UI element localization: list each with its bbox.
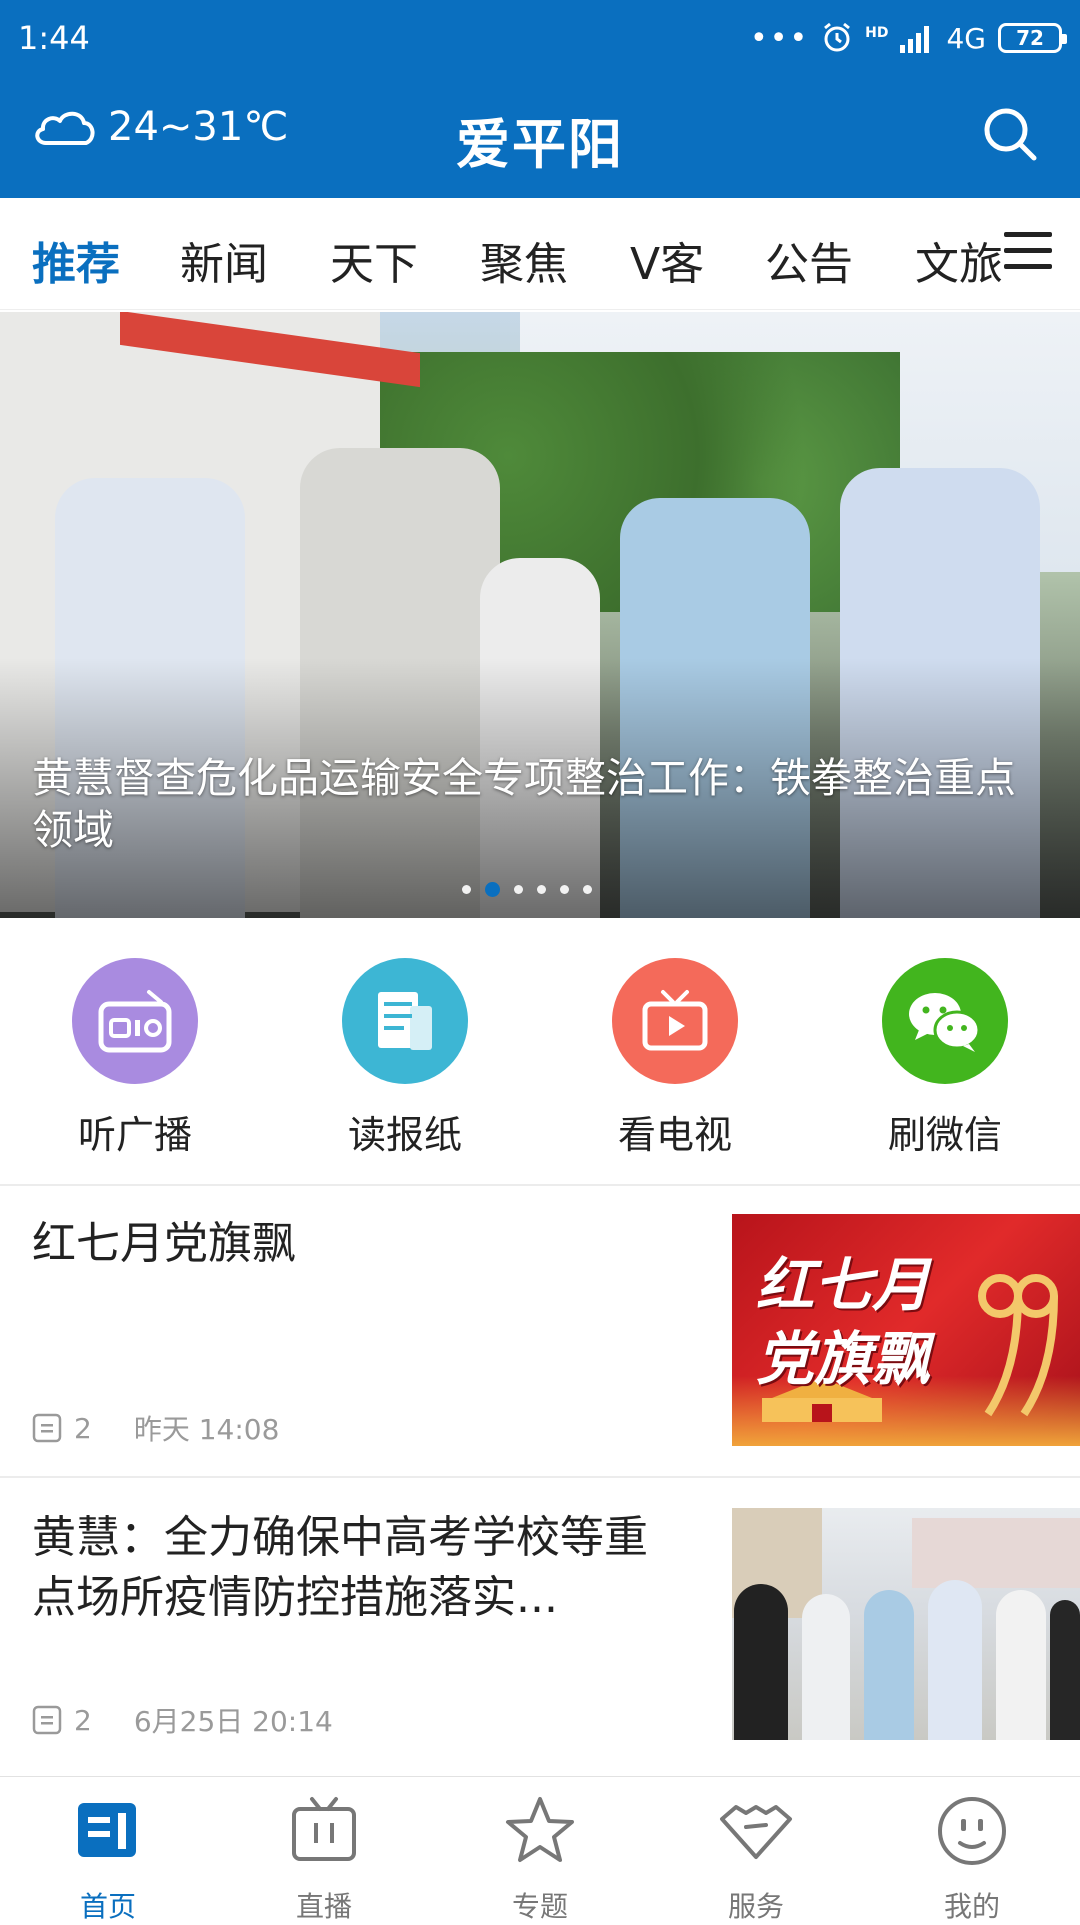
shortcut-grid: 听广播 读报纸 看电视 刷微信 (0, 920, 1080, 1182)
article-thumbnail[interactable]: 红七月 党旗飘 (732, 1214, 1080, 1446)
alarm-icon (824, 22, 851, 52)
article-meta: 2 昨天 14:08 (32, 1408, 279, 1448)
shortcut-label: 刷微信 (887, 1113, 1002, 1157)
banner-caption[interactable]: 黄慧督查危化品运输安全专项整治工作：铁拳整治重点领域 (32, 752, 1030, 856)
article-title[interactable]: 红七月党旗飘 (32, 1214, 662, 1274)
shortcut-label: 看电视 (617, 1113, 732, 1157)
shortcut-label: 听广播 (77, 1113, 192, 1157)
comment-count: 2 (74, 1411, 92, 1445)
list-item[interactable]: 红七月党旗飘 2 昨天 14:08 红七月 党旗飘 (0, 1186, 1080, 1476)
shortcut-radio[interactable]: 听广播 (35, 958, 235, 1159)
shortcut-tv[interactable]: 看电视 (575, 958, 775, 1159)
tab-news[interactable]: 新闻 (180, 228, 268, 292)
shortcut-newspaper[interactable]: 读报纸 (305, 958, 505, 1159)
tab-culture-travel[interactable]: 文旅 (915, 228, 1003, 292)
carousel-dot (560, 885, 569, 894)
app-header: 24~31℃ 爱平阳 (0, 76, 1080, 198)
banner-carousel[interactable]: 黄慧督查危化品运输安全专项整治工作：铁拳整治重点领域 (0, 312, 1080, 918)
nav-label: 首页 (79, 1890, 136, 1923)
service-heart-icon (720, 1805, 792, 1859)
article-meta: 2 6月25日 20:14 (32, 1700, 333, 1740)
comment-count: 2 (74, 1703, 92, 1737)
battery-icon: 72 (998, 23, 1067, 53)
nav-label: 直播 (295, 1890, 352, 1923)
carousel-dot (583, 885, 592, 894)
carousel-dot-active (485, 882, 500, 897)
carousel-dot (462, 885, 471, 894)
nav-mine[interactable]: 我的 (864, 1791, 1080, 1925)
category-tabs: 推荐 新闻 天下 聚焦 V客 公告 文旅 (0, 198, 1080, 310)
nav-topics[interactable]: 专题 (432, 1791, 648, 1925)
article-time: 6月25日 20:14 (133, 1705, 333, 1738)
nav-home[interactable]: 首页 (0, 1791, 216, 1925)
radio-icon (72, 958, 198, 1084)
wechat-icon (882, 958, 1008, 1084)
tabs-menu-icon[interactable] (1004, 232, 1052, 274)
status-bar: 1:44 ••• HD 4G 72 (0, 0, 1080, 76)
status-indicators: ••• HD 4G 72 (750, 20, 1067, 56)
nav-label: 我的 (943, 1890, 1000, 1923)
search-icon[interactable] (980, 104, 1040, 164)
nav-label: 服务 (727, 1890, 784, 1923)
status-time: 1:44 (18, 19, 90, 57)
signal-icon (900, 26, 930, 53)
list-item[interactable]: 黄慧：全力确保中高考学校等重点场所疫情防控措施落实... 2 6月25日 20:… (0, 1478, 1080, 1774)
carousel-indicator (462, 882, 592, 897)
tab-focus[interactable]: 聚焦 (480, 228, 568, 292)
ninety-nine-graphic (978, 1274, 1058, 1417)
comment-icon (32, 1413, 62, 1443)
smile-face-icon (938, 1797, 1006, 1865)
hd-label: HD (865, 24, 889, 41)
battery-level: 72 (1016, 26, 1044, 50)
tab-notice[interactable]: 公告 (765, 228, 853, 292)
shortcut-wechat[interactable]: 刷微信 (845, 958, 1045, 1159)
shortcut-label: 读报纸 (347, 1113, 462, 1157)
home-news-icon (78, 1803, 136, 1857)
more-dots: ••• (750, 20, 810, 56)
star-icon (506, 1797, 574, 1862)
tab-recommend[interactable]: 推荐 (32, 228, 120, 292)
newspaper-icon (342, 958, 468, 1084)
live-tv-icon (292, 1797, 356, 1861)
comment-icon (32, 1705, 62, 1735)
tab-vke[interactable]: V客 (630, 228, 704, 292)
nav-label: 专题 (511, 1890, 568, 1923)
article-thumbnail[interactable] (732, 1508, 1080, 1740)
nav-live[interactable]: 直播 (216, 1791, 432, 1925)
thumbnail-caption: 红七月 党旗飘 (756, 1251, 931, 1393)
carousel-dot (514, 885, 523, 894)
nav-service[interactable]: 服务 (648, 1791, 864, 1925)
article-time: 昨天 14:08 (133, 1413, 280, 1446)
bottom-nav: 首页 直播 专题 服务 我的 (0, 1776, 1080, 1923)
network-type: 4G (946, 21, 986, 55)
carousel-dot (537, 885, 546, 894)
article-title[interactable]: 黄慧：全力确保中高考学校等重点场所疫情防控措施落实... (32, 1508, 662, 1628)
app-title: 爱平阳 (456, 113, 624, 176)
tv-icon (612, 958, 738, 1084)
tab-world[interactable]: 天下 (330, 228, 418, 292)
